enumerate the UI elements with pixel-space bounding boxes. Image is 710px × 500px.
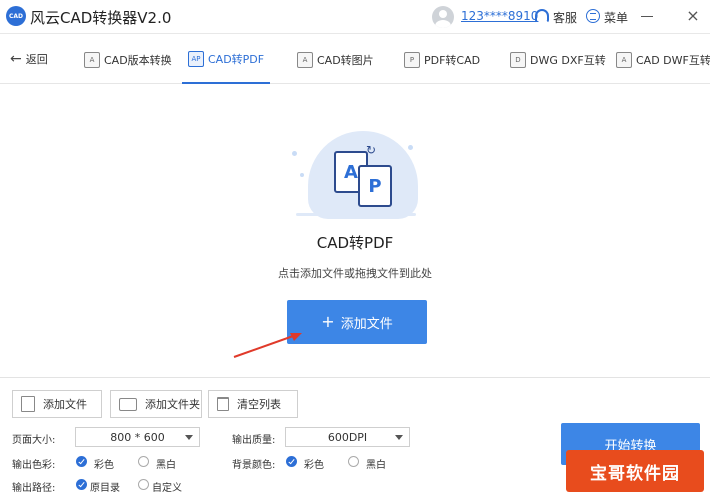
output-quality-label: 输出质量: [232,435,276,446]
menu-icon[interactable] [586,9,600,23]
decor-dot [300,173,304,177]
tab-pdf-to-cad[interactable]: P PDF转CAD [404,36,480,84]
pdf-to-cad-icon: P [404,52,420,68]
output-path-label: 输出路径: [12,483,56,494]
tab-cad-version[interactable]: A CAD版本转换 [84,36,172,84]
dwg-dxf-icon: D [510,52,526,68]
tab-label: CAD版本转换 [104,54,172,67]
back-button[interactable]: ← 返回 [10,51,48,67]
cad-version-icon: A [84,52,100,68]
add-folder-label: 添加文件夹 [145,398,200,411]
cad-to-pdf-illustration: A P ↻ [290,121,420,221]
tab-cad-to-pdf[interactable]: AP CAD转PDF [182,36,271,84]
output-quality-value: 600DPI [327,430,368,444]
cad-dwf-icon: A [616,52,632,68]
minimize-icon[interactable] [641,16,653,17]
convert-arrow-icon: ↻ [366,143,377,157]
app-logo-icon: CAD [6,6,26,26]
function-tab-bar: ← 返回 A CAD版本转换 AP CAD转PDF A CAD转图片 P PDF… [0,36,710,84]
tab-dwg-dxf[interactable]: D DWG DXF互转 [510,36,606,84]
decor-dot [408,145,413,150]
page-title: CAD转PDF [316,234,394,252]
chevron-down-icon [185,435,193,440]
clear-list-label: 清空列表 [237,398,281,411]
page-size-value: 800 * 600 [110,430,165,444]
folder-icon [119,397,137,411]
bg-color-bw-radio[interactable] [348,456,359,467]
document-p-icon: P [358,165,392,207]
add-file-main-label: 添加文件 [340,316,393,332]
tab-cad-dwf[interactable]: A CAD DWF互转 [616,36,710,84]
output-quality-select[interactable]: 600DPI [285,427,410,447]
headset-icon[interactable] [535,9,549,23]
tab-label: DWG DXF互转 [530,54,606,67]
back-label: 返回 [25,53,48,66]
trash-icon [217,397,229,411]
tab-label: CAD转图片 [317,54,374,67]
chevron-down-icon [395,435,403,440]
add-folder-button[interactable]: 添加文件夹 [110,390,202,418]
file-drop-area[interactable]: A P ↻ CAD转PDF 点击添加文件或拖拽文件到此处 + 添加文件 [0,85,710,377]
bg-color-color-label: 彩色 [304,460,324,471]
output-color-bw-label: 黑白 [156,460,176,471]
drop-hint: 点击添加文件或拖拽文件到此处 [278,267,432,280]
page-size-select[interactable]: 800 * 600 [75,427,200,447]
output-color-label: 输出色彩: [12,460,56,471]
decor-dot [292,151,297,156]
back-arrow-icon: ← [10,51,22,67]
title-bar: CAD 风云CAD转换器V2.0 123****8910 客服 菜单 × [0,0,710,34]
illustration-base [296,213,416,216]
clear-list-button[interactable]: 清空列表 [208,390,298,418]
output-color-bw-radio[interactable] [138,456,149,467]
page-size-label: 页面大小: [12,435,56,446]
menu-button[interactable]: 菜单 [604,9,628,26]
customer-service-button[interactable]: 客服 [553,9,577,26]
output-color-color-radio[interactable] [76,456,87,467]
bg-color-color-radio[interactable] [286,456,297,467]
close-icon[interactable]: × [686,8,700,24]
add-file-label: 添加文件 [43,398,87,411]
plus-icon: + [321,312,335,331]
user-account-link[interactable]: 123****8910 [461,9,538,23]
tab-label: CAD转PDF [208,53,265,66]
tab-label: CAD DWF互转 [636,54,710,67]
cad-to-image-icon: A [297,52,313,68]
app-title: 风云CAD转换器V2.0 [30,9,172,27]
output-color-color-label: 彩色 [94,460,114,471]
cad-to-pdf-icon: AP [188,51,204,67]
output-path-custom-radio[interactable] [138,479,149,490]
file-icon [21,396,35,412]
add-file-button[interactable]: 添加文件 [12,390,102,418]
tab-cad-to-image[interactable]: A CAD转图片 [297,36,374,84]
user-avatar[interactable] [432,6,454,28]
output-path-original-radio[interactable] [76,479,87,490]
output-path-custom-label: 自定义 [152,483,182,494]
bg-color-label: 背景颜色: [232,460,276,471]
bg-color-bw-label: 黑白 [366,460,386,471]
site-watermark: 宝哥软件园 [566,450,704,492]
red-pointer-arrow [233,333,302,358]
tab-label: PDF转CAD [424,54,481,67]
output-path-original-label: 原目录 [90,483,120,494]
